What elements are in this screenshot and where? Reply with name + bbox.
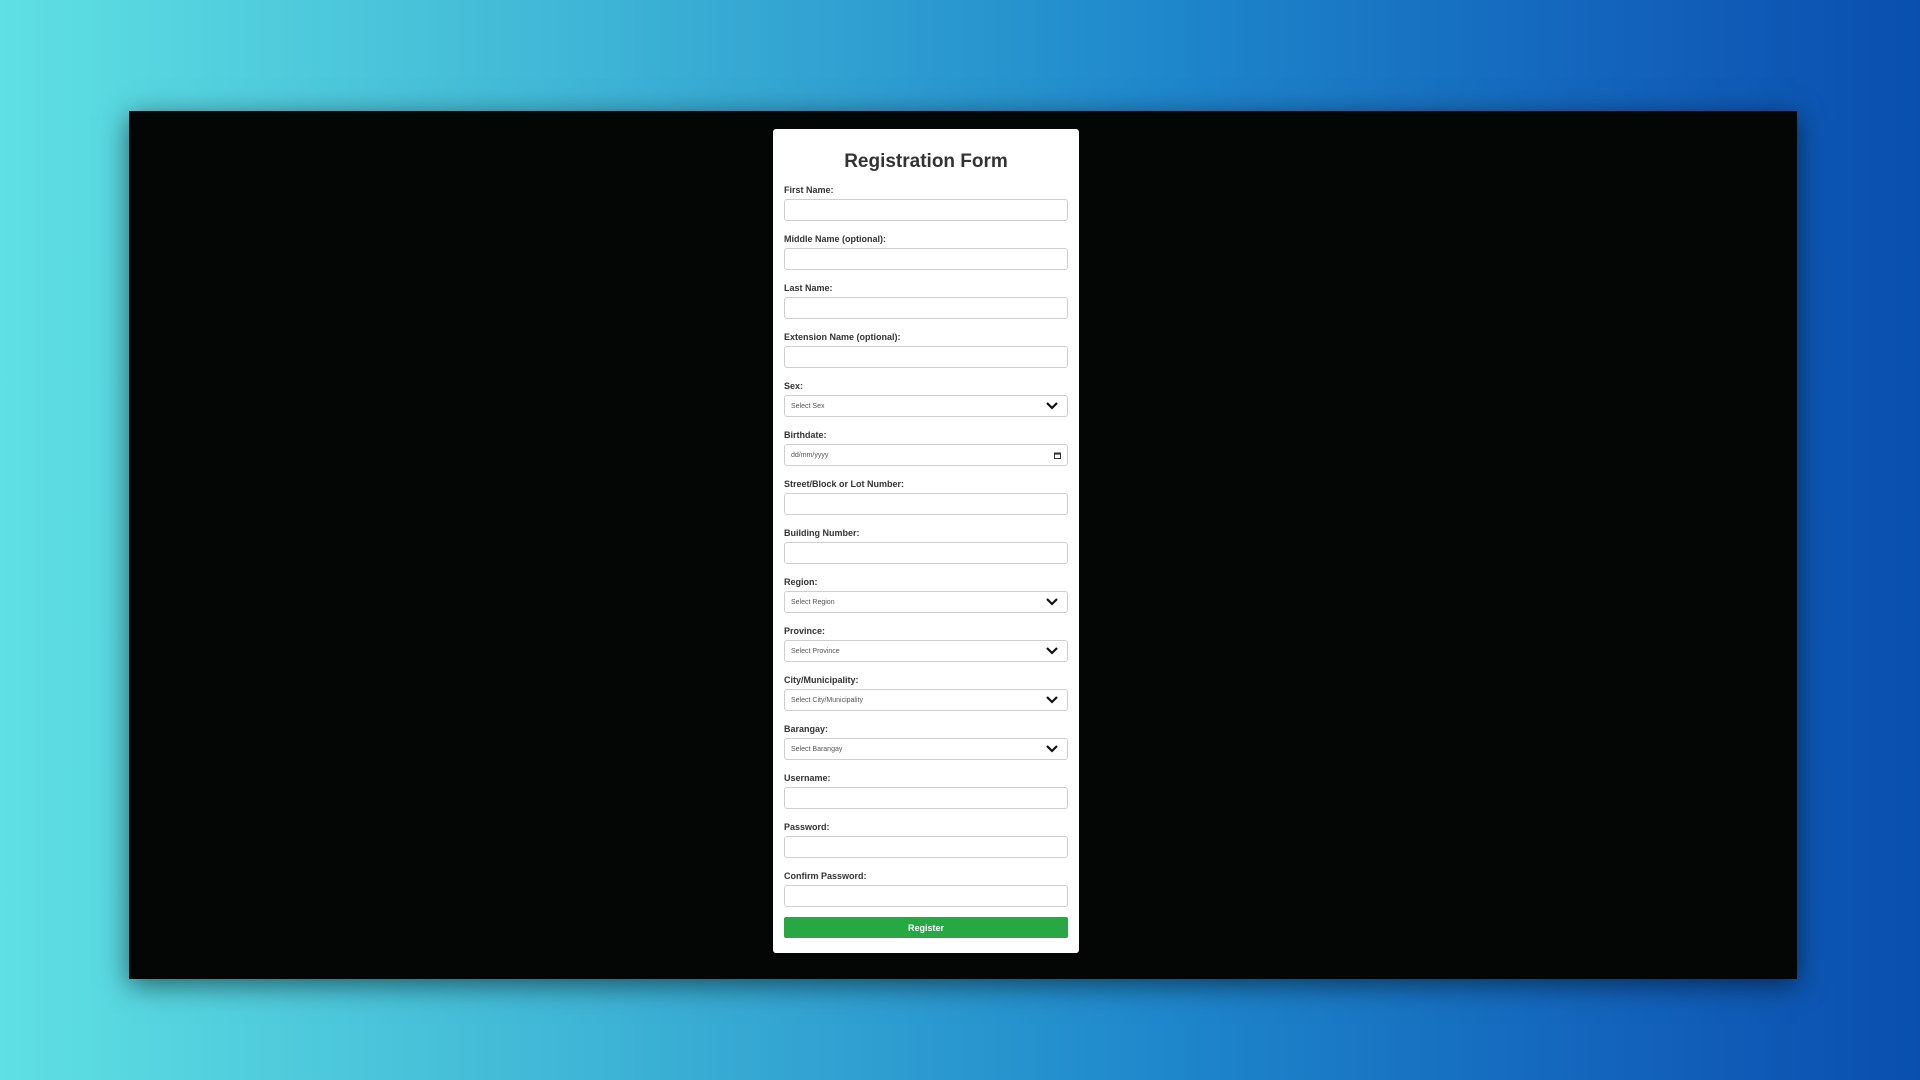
first-name-input[interactable] bbox=[784, 199, 1068, 221]
last-name-input[interactable] bbox=[784, 297, 1068, 319]
username-label: Username: bbox=[784, 773, 831, 783]
city-label: City/Municipality: bbox=[784, 675, 859, 685]
building-label: Building Number: bbox=[784, 528, 860, 538]
street-label: Street/Block or Lot Number: bbox=[784, 479, 905, 489]
chevron-down-icon bbox=[1046, 598, 1058, 606]
city-select-value: Select City/Municipality bbox=[791, 696, 863, 704]
sex-group: Sex: Select Sex bbox=[784, 381, 1068, 430]
confirm-password-label: Confirm Password: bbox=[784, 871, 867, 881]
sex-select[interactable]: Select Sex bbox=[784, 395, 1068, 417]
building-group: Building Number: bbox=[784, 528, 1068, 577]
barangay-select-value: Select Barangay bbox=[791, 745, 843, 753]
username-group: Username: bbox=[784, 773, 1068, 822]
barangay-label: Barangay: bbox=[784, 724, 829, 734]
confirm-password-group: Confirm Password: bbox=[784, 871, 1068, 920]
username-input[interactable] bbox=[784, 787, 1068, 809]
chevron-down-icon bbox=[1046, 402, 1058, 410]
birthdate-group: Birthdate: dd/mm/yyyy bbox=[784, 430, 1068, 479]
chevron-down-icon bbox=[1046, 647, 1058, 655]
street-input[interactable] bbox=[784, 493, 1068, 515]
confirm-password-input[interactable] bbox=[784, 885, 1068, 907]
province-group: Province: Select Province bbox=[784, 626, 1068, 675]
chevron-down-icon bbox=[1046, 696, 1058, 704]
form-title: Registration Form bbox=[844, 151, 1008, 172]
last-name-label: Last Name: bbox=[784, 283, 833, 293]
region-select[interactable]: Select Region bbox=[784, 591, 1068, 613]
sex-select-value: Select Sex bbox=[791, 402, 825, 410]
first-name-group: First Name: bbox=[784, 185, 1068, 234]
sex-label: Sex: bbox=[784, 381, 804, 391]
province-select[interactable]: Select Province bbox=[784, 640, 1068, 662]
birthdate-label: Birthdate: bbox=[784, 430, 827, 440]
calendar-icon[interactable] bbox=[1054, 452, 1061, 459]
extension-name-group: Extension Name (optional): bbox=[784, 332, 1068, 381]
region-group: Region: Select Region bbox=[784, 577, 1068, 626]
street-group: Street/Block or Lot Number: bbox=[784, 479, 1068, 528]
city-select[interactable]: Select City/Municipality bbox=[784, 689, 1068, 711]
birthdate-placeholder: dd/mm/yyyy bbox=[791, 451, 829, 459]
middle-name-label: Middle Name (optional): bbox=[784, 234, 886, 244]
password-input[interactable] bbox=[784, 836, 1068, 858]
extension-name-input[interactable] bbox=[784, 346, 1068, 368]
city-group: City/Municipality: Select City/Municipal… bbox=[784, 675, 1068, 724]
province-label: Province: bbox=[784, 626, 826, 636]
region-label: Region: bbox=[784, 577, 818, 587]
province-select-value: Select Province bbox=[791, 647, 840, 655]
password-group: Password: bbox=[784, 822, 1068, 871]
region-select-value: Select Region bbox=[791, 598, 835, 606]
first-name-label: First Name: bbox=[784, 185, 834, 195]
password-label: Password: bbox=[784, 822, 830, 832]
middle-name-group: Middle Name (optional): bbox=[784, 234, 1068, 283]
register-button[interactable]: Register bbox=[784, 917, 1068, 938]
registration-card: Registration Form First Name: Middle Nam… bbox=[773, 129, 1079, 953]
middle-name-input[interactable] bbox=[784, 248, 1068, 270]
birthdate-input[interactable]: dd/mm/yyyy bbox=[784, 444, 1068, 466]
barangay-group: Barangay: Select Barangay bbox=[784, 724, 1068, 773]
barangay-select[interactable]: Select Barangay bbox=[784, 738, 1068, 760]
last-name-group: Last Name: bbox=[784, 283, 1068, 332]
building-input[interactable] bbox=[784, 542, 1068, 564]
chevron-down-icon bbox=[1046, 745, 1058, 753]
extension-name-label: Extension Name (optional): bbox=[784, 332, 901, 342]
